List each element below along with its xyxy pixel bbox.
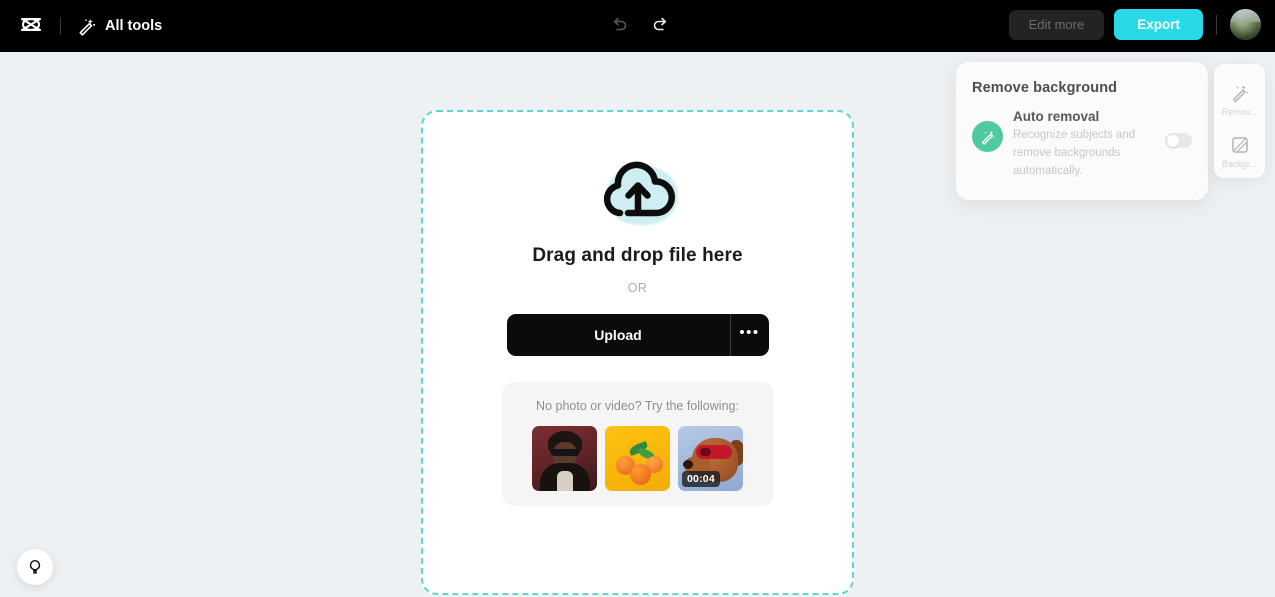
upload-dropzone[interactable]: Drag and drop file here OR Upload ••• No… — [421, 110, 854, 595]
auto-removal-label: Auto removal — [1013, 109, 1100, 124]
export-button[interactable]: Export — [1114, 9, 1203, 40]
divider — [60, 17, 61, 35]
all-tools-label: All tools — [105, 18, 163, 34]
panel-title: Remove background — [972, 80, 1118, 96]
magic-wand-icon — [972, 121, 1003, 152]
auto-removal-texts: Auto removal Recognize subjects and remo… — [1013, 109, 1155, 180]
auto-removal-toggle[interactable] — [1165, 133, 1192, 148]
portrait-shirt — [557, 471, 573, 491]
upload-button-group: Upload ••• — [506, 314, 769, 356]
toggle-knob — [1166, 134, 1179, 147]
orange-fruit — [630, 464, 651, 485]
divider — [1216, 14, 1217, 35]
lightbulb-icon — [29, 559, 41, 574]
edit-more-button[interactable]: Edit more — [1008, 9, 1105, 40]
undo-button[interactable] — [604, 9, 634, 39]
top-bar: All tools Edit more Export — [0, 0, 1275, 52]
cloud-upload-graphic — [592, 155, 684, 227]
dropzone-or-label: OR — [627, 281, 648, 295]
editor-canvas: Drag and drop file here OR Upload ••• No… — [0, 52, 1275, 597]
help-tips-button[interactable] — [17, 549, 53, 585]
redo-icon — [653, 17, 667, 31]
undo-icon — [613, 17, 627, 31]
sample-media-section: No photo or video? Try the following: 00… — [502, 382, 773, 506]
sample-thumbnail-dog-video[interactable]: 00:04 — [678, 426, 743, 491]
magic-wand-icon — [79, 18, 96, 36]
magic-wand-icon — [1232, 85, 1248, 103]
rail-item-remove-background[interactable]: Remov... — [1214, 74, 1265, 126]
capcut-logo[interactable] — [18, 13, 44, 39]
redo-button[interactable] — [646, 9, 676, 39]
top-bar-actions: Edit more Export — [1008, 9, 1261, 40]
upload-button[interactable]: Upload — [507, 314, 730, 356]
history-controls — [604, 9, 676, 39]
auto-removal-description: Recognize subjects and remove background… — [1013, 129, 1136, 177]
right-tool-rail: Remov... Backgr... — [1214, 64, 1265, 178]
sample-thumbnail-portrait[interactable] — [532, 426, 597, 491]
sample-thumbnail-oranges[interactable] — [605, 426, 670, 491]
image-square-icon — [1231, 137, 1248, 153]
dog-goggles — [696, 445, 732, 459]
avatar[interactable] — [1230, 9, 1261, 40]
rail-item-background[interactable]: Backgr... — [1214, 126, 1265, 178]
sample-media-title: No photo or video? Try the following: — [536, 399, 739, 413]
portrait-sunglasses — [551, 449, 579, 456]
dog-nose — [683, 460, 693, 469]
cloud-upload-icon — [603, 161, 675, 217]
sample-thumbnail-list: 00:04 — [532, 426, 743, 491]
rail-item-label: Backgr... — [1221, 159, 1257, 169]
capcut-logo-icon — [20, 17, 42, 32]
all-tools-button[interactable]: All tools — [77, 17, 162, 36]
rail-item-label: Remov... — [1221, 107, 1258, 117]
video-duration-badge: 00:04 — [682, 471, 720, 487]
remove-background-panel: Remove background Auto removal Recognize… — [956, 62, 1208, 200]
auto-removal-row[interactable]: Auto removal Recognize subjects and remo… — [972, 109, 1192, 180]
upload-more-options-button[interactable]: ••• — [731, 314, 769, 356]
dropzone-title: Drag and drop file here — [532, 245, 743, 266]
